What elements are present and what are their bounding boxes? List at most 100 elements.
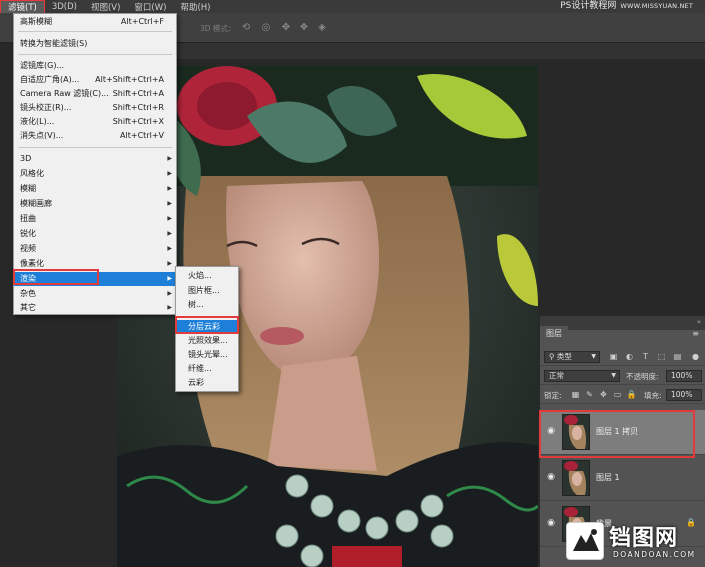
3d-roll-icon[interactable]: ◎: [260, 22, 272, 34]
menu-view[interactable]: 视图(V): [84, 1, 127, 13]
blend-mode-select[interactable]: 正常 ▼: [544, 370, 620, 382]
menu-item-noise[interactable]: 杂色 ▶: [14, 287, 176, 301]
menu-filter[interactable]: 滤镜(T): [0, 0, 45, 14]
filter-adjustment-icon[interactable]: ◐: [624, 351, 635, 362]
menu-item-other[interactable]: 其它 ▶: [14, 301, 176, 315]
menu-item-blur-gallery[interactable]: 模糊画廊 ▶: [14, 197, 176, 211]
menu-item-shortcut: Alt+Shift+Ctrl+A: [95, 75, 164, 84]
chevron-down-icon: ▼: [611, 372, 616, 379]
menu-item-vanishing-point[interactable]: 消失点(V)... Alt+Ctrl+V: [14, 129, 176, 143]
lock-image-icon[interactable]: ✎: [584, 389, 595, 400]
menu-item-camera-raw[interactable]: Camera Raw 滤镜(C)... Shift+Ctrl+A: [14, 87, 176, 101]
site-watermark-url: WWW.MISSYUAN.NET: [620, 2, 693, 10]
menu-item-sharpen[interactable]: 锐化 ▶: [14, 227, 176, 241]
opacity-value: 100%: [671, 371, 693, 380]
3d-scale-icon[interactable]: ◈: [316, 22, 328, 34]
filter-type-icon[interactable]: T: [640, 351, 651, 362]
opacity-label: 不透明度:: [626, 372, 659, 381]
3d-pan-icon[interactable]: ✥: [280, 22, 292, 34]
filter-shape-icon[interactable]: ⬚: [656, 351, 667, 362]
site-watermark: PS设计教程网 WWW.MISSYUAN.NET: [560, 0, 693, 13]
menu-item-blur[interactable]: 模糊 ▶: [14, 182, 176, 196]
3d-mode-label: 3D 模式：: [200, 24, 236, 33]
submenu-arrow-icon: ▶: [167, 155, 172, 162]
visibility-eye-icon[interactable]: ◉: [545, 518, 557, 528]
corner-watermark: 铛图网 DOANDOAN.COM: [563, 516, 705, 567]
layer-filter-row: ⚲ 类型 ▼ ▣ ◐ T ⬚ ▤ ●: [540, 348, 705, 366]
menu-item-label: 液化(L)...: [20, 117, 55, 126]
blend-opacity-row: 正常 ▼ 不透明度: 100%: [540, 367, 705, 385]
submenu-item-tree[interactable]: 树...: [176, 298, 238, 311]
menu-item-shortcut: Shift+Ctrl+A: [112, 89, 164, 98]
opacity-input[interactable]: 100%: [666, 370, 702, 382]
submenu-item-picture-frame[interactable]: 图片框...: [176, 284, 238, 297]
menu-item-last-filter[interactable]: 高斯模糊 Alt+Ctrl+F: [14, 15, 176, 29]
submenu-arrow-icon: ▶: [167, 185, 172, 192]
menu-item-label: 风格化: [20, 169, 44, 178]
menu-item-label: 高斯模糊: [20, 17, 52, 26]
filter-kind-value: 类型: [556, 352, 572, 361]
submenu-arrow-icon: ▶: [167, 260, 172, 267]
watermark-url: DOANDOAN.COM: [613, 550, 696, 559]
menu-separator: [18, 147, 172, 148]
menu-item-label: 3D: [20, 154, 32, 163]
menu-item-liquify[interactable]: 液化(L)... Shift+Ctrl+X: [14, 115, 176, 129]
tab-layers[interactable]: 图层: [540, 326, 568, 341]
menu-separator: [18, 31, 172, 32]
3d-rotate-icon[interactable]: ⟲: [240, 22, 252, 34]
submenu-arrow-icon: ▶: [167, 245, 172, 252]
menu-item-video[interactable]: 视频 ▶: [14, 242, 176, 256]
filter-toggle-icon[interactable]: ●: [690, 351, 701, 362]
menu-item-3d[interactable]: 3D ▶: [14, 152, 176, 166]
menu-3d[interactable]: 3D(D): [45, 2, 84, 12]
layer-row-layer1[interactable]: ◉ 图层 1: [540, 456, 705, 501]
watermark-text: 铛图网: [609, 526, 679, 551]
submenu-item-lens-flare[interactable]: 镜头光晕...: [176, 348, 238, 361]
menu-item-adaptive-wide-angle[interactable]: 自适应广角(A)... Alt+Shift+Ctrl+A: [14, 73, 176, 87]
menu-item-label: Camera Raw 滤镜(C)...: [20, 89, 109, 98]
menu-item-shortcut: Shift+Ctrl+X: [112, 117, 164, 126]
menu-item-shortcut: Alt+Ctrl+F: [120, 17, 164, 26]
menu-item-lens-correction[interactable]: 镜头校正(R)... Shift+Ctrl+R: [14, 101, 176, 115]
lock-position-icon[interactable]: ✥: [598, 389, 609, 400]
fill-input[interactable]: 100%: [666, 389, 702, 401]
menu-item-label: 像素化: [20, 259, 44, 268]
submenu-arrow-icon: ▶: [167, 215, 172, 222]
menu-item-convert-smart[interactable]: 转换为智能滤镜(S): [14, 37, 176, 51]
submenu-arrow-icon: ▶: [167, 290, 172, 297]
filter-smart-object-icon[interactable]: ▤: [672, 351, 683, 362]
layer-thumbnail: [562, 460, 590, 496]
menu-help[interactable]: 帮助(H): [173, 1, 217, 13]
lock-all-icon[interactable]: 🔒: [626, 389, 637, 400]
annotation-render-highlight: [13, 269, 99, 285]
menu-item-label: 其它: [20, 303, 36, 312]
lock-transparency-icon[interactable]: ▦: [570, 389, 581, 400]
menu-item-distort[interactable]: 扭曲 ▶: [14, 212, 176, 226]
menu-item-label: 转换为智能滤镜(S): [20, 39, 88, 48]
lock-fill-row: 锁定: ▦ ✎ ✥ ▭ 🔒 填充: 100%: [540, 386, 705, 404]
filter-pixel-icon[interactable]: ▣: [608, 351, 619, 362]
submenu-arrow-icon: ▶: [167, 230, 172, 237]
menu-item-filter-gallery[interactable]: 滤镜库(G)...: [14, 59, 176, 73]
submenu-arrow-icon: ▶: [167, 275, 172, 282]
menu-item-label: 扭曲: [20, 214, 36, 223]
3d-slide-icon[interactable]: ❖: [298, 22, 310, 34]
submenu-item-fibers[interactable]: 纤维...: [176, 362, 238, 375]
submenu-item-flame[interactable]: 火焰...: [176, 269, 238, 282]
annotation-layer-copy-highlight: [539, 410, 695, 458]
panel-menu-icon[interactable]: ≡: [692, 329, 699, 338]
lock-artboard-icon[interactable]: ▭: [612, 389, 623, 400]
submenu-arrow-icon: ▶: [167, 170, 172, 177]
filter-kind-select[interactable]: ⚲ 类型 ▼: [544, 351, 600, 363]
fill-label: 填充:: [644, 391, 662, 400]
visibility-eye-icon[interactable]: ◉: [545, 472, 557, 482]
menu-item-stylize[interactable]: 风格化 ▶: [14, 167, 176, 181]
submenu-item-clouds[interactable]: 云彩: [176, 376, 238, 389]
menu-item-shortcut: Shift+Ctrl+R: [112, 103, 164, 112]
menu-window[interactable]: 窗口(W): [127, 1, 173, 13]
panel-collapse-icon[interactable]: »: [697, 318, 701, 326]
submenu-item-lighting-effects[interactable]: 光照效果...: [176, 334, 238, 347]
submenu-arrow-icon: ▶: [167, 304, 172, 311]
menu-item-label: 消失点(V)...: [20, 131, 64, 140]
fill-value: 100%: [671, 390, 693, 399]
